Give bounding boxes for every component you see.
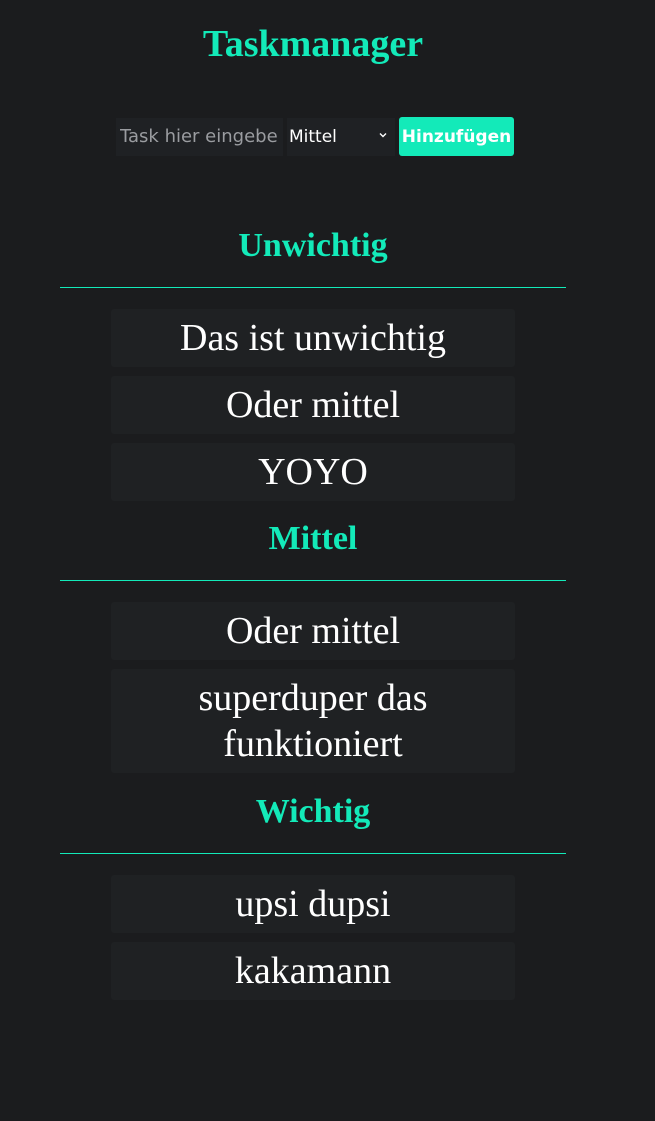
section-divider: [60, 580, 566, 581]
section-heading-mittel: Mittel: [268, 520, 358, 557]
priority-select[interactable]: Mittel: [287, 117, 395, 156]
add-task-form: Mittel Hinzufügen: [116, 117, 514, 156]
task-item[interactable]: Das ist unwichtig: [111, 309, 515, 367]
section-divider: [60, 287, 566, 288]
task-item[interactable]: YOYO: [111, 443, 515, 501]
app-title: Taskmanager: [202, 23, 424, 65]
task-item[interactable]: superduper das funktioniert: [111, 669, 515, 773]
task-item[interactable]: Oder mittel: [111, 602, 515, 660]
section-divider: [60, 853, 566, 854]
add-task-button[interactable]: Hinzufügen: [399, 117, 514, 156]
task-item[interactable]: kakamann: [111, 942, 515, 1000]
section-heading-wichtig: Wichtig: [255, 793, 371, 830]
priority-select-value: Mittel: [289, 126, 337, 147]
task-input[interactable]: [116, 117, 283, 156]
section-heading-unwichtig: Unwichtig: [238, 227, 388, 264]
task-item[interactable]: Oder mittel: [111, 376, 515, 434]
task-item[interactable]: upsi dupsi: [111, 875, 515, 933]
chevron-down-icon: [379, 132, 387, 137]
